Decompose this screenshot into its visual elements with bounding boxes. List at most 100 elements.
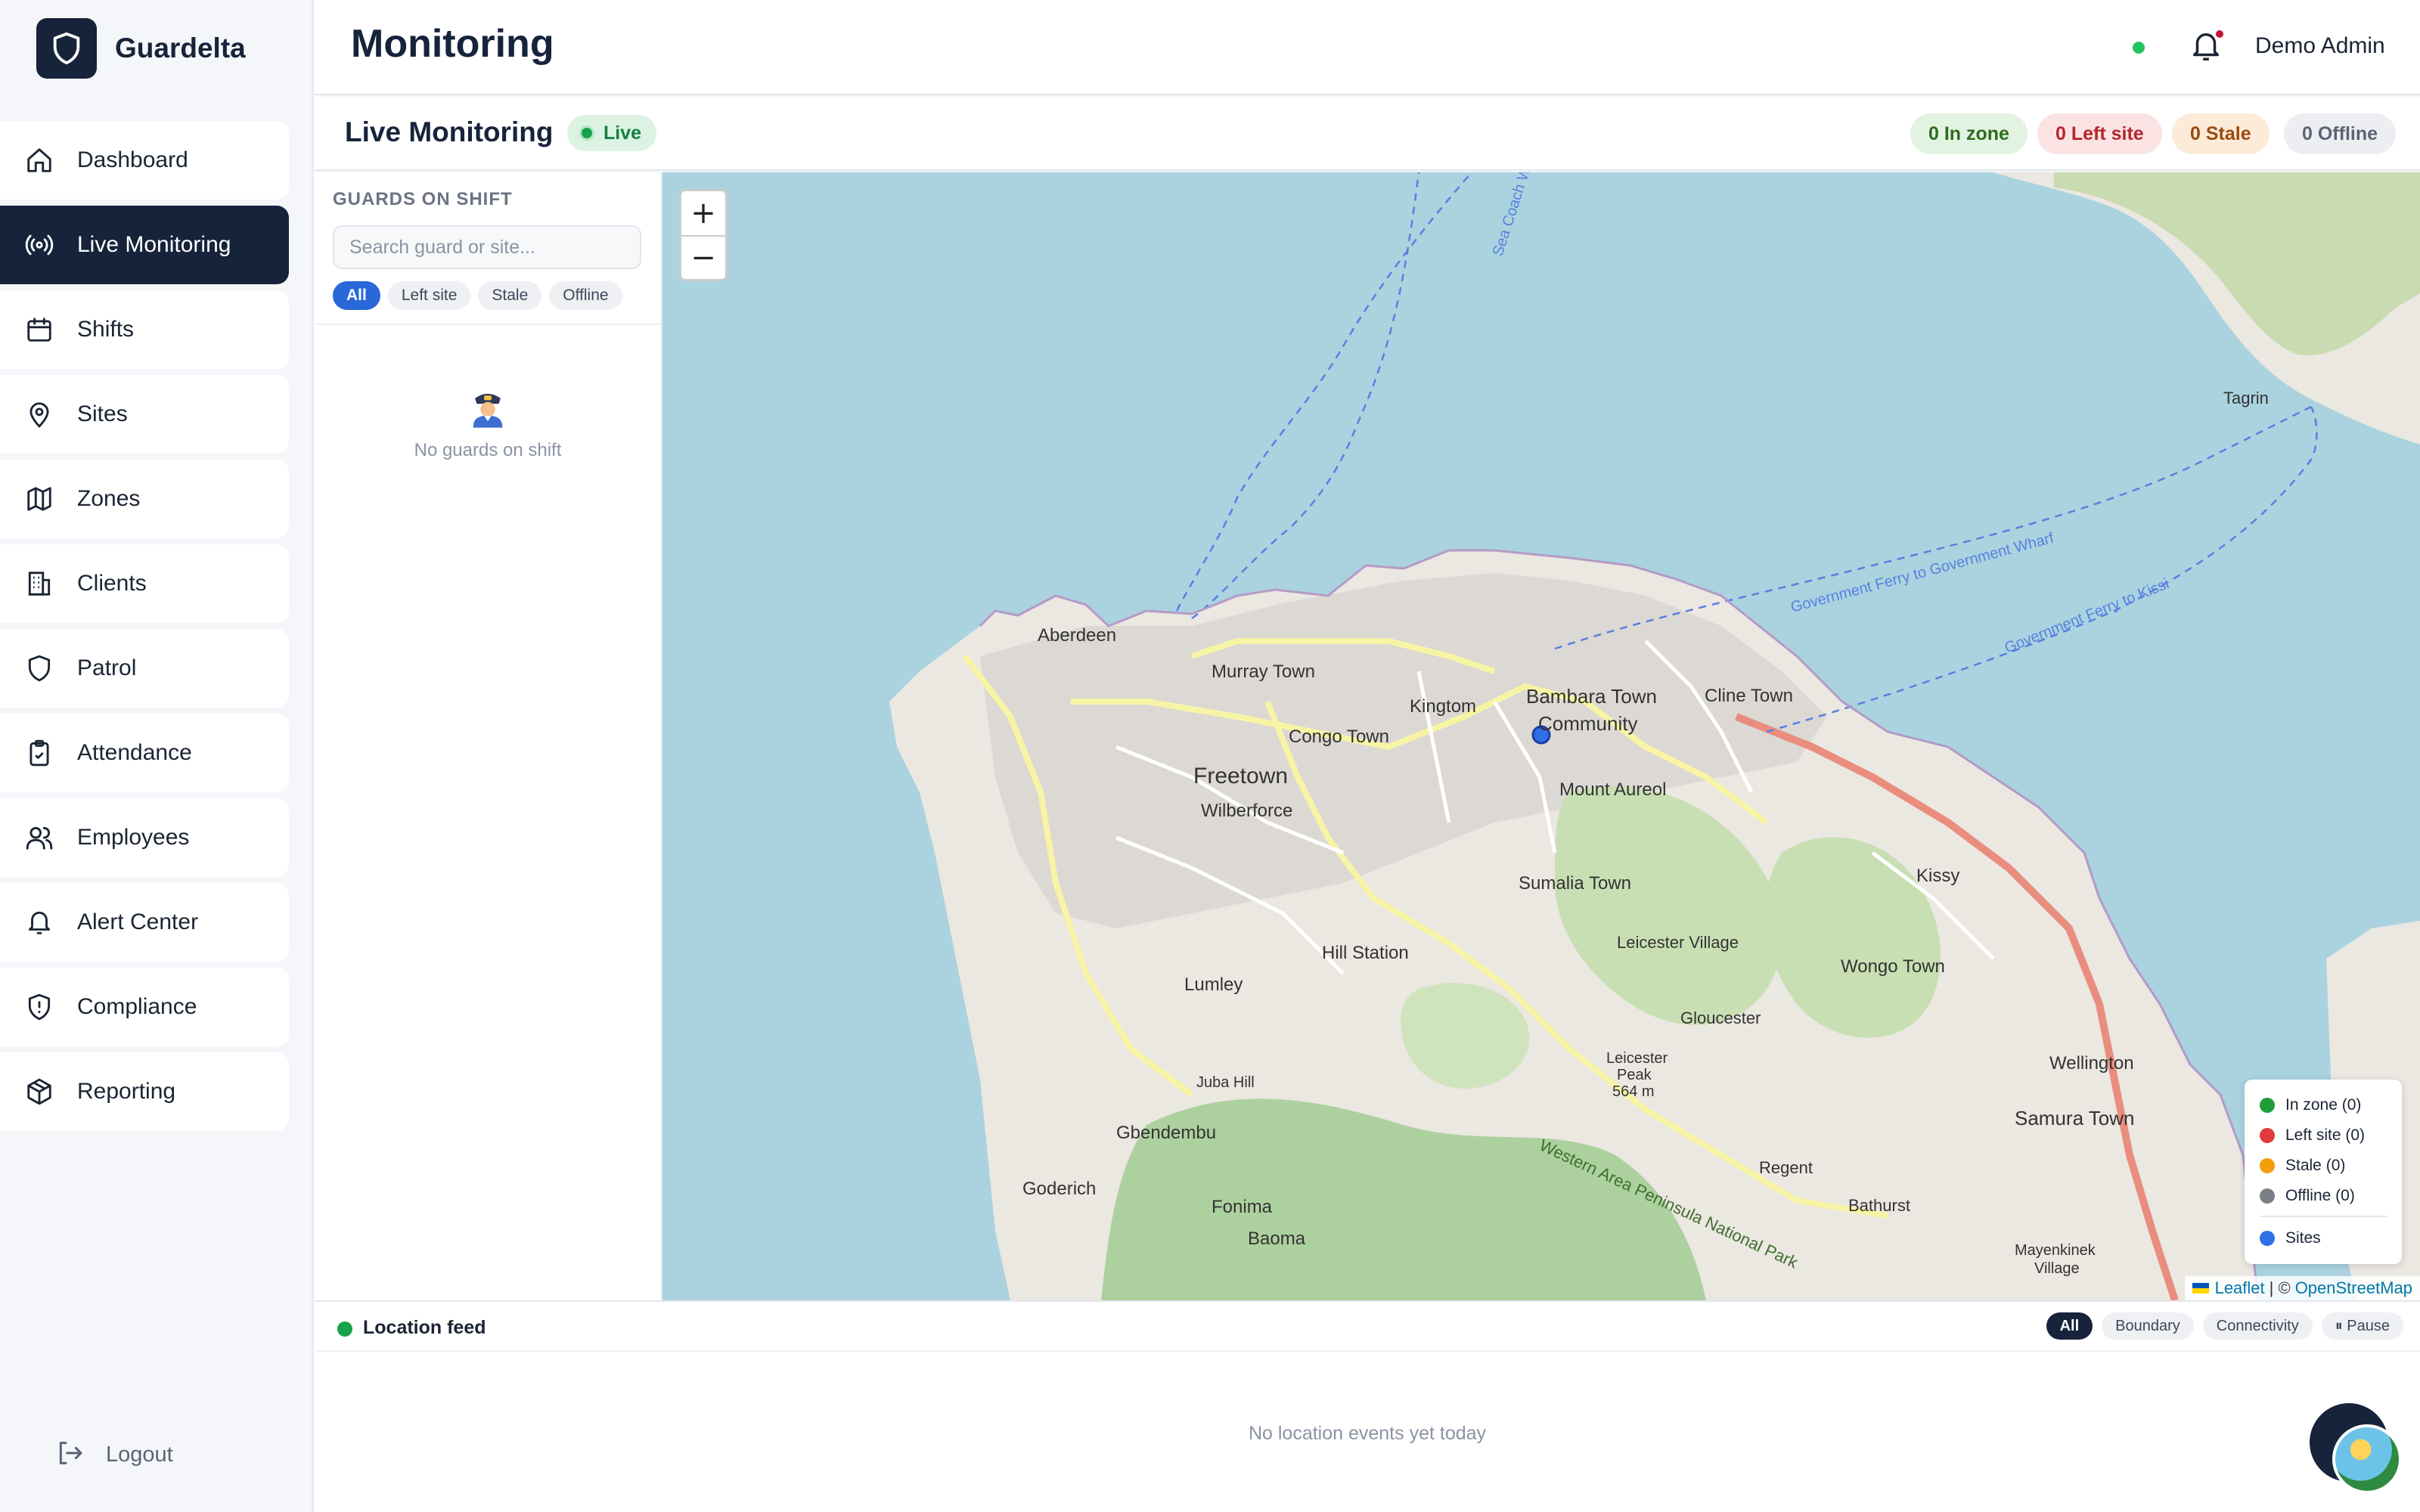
live-map[interactable]: Aberdeen Murray Town Kingtom Bambara Tow… — [662, 172, 2420, 1300]
monitoring-header: Live Monitoring Live 0 In zone 0 Left si… — [315, 97, 2420, 171]
sidebar-item-compliance[interactable]: Compliance — [0, 968, 289, 1046]
map-icon — [24, 484, 54, 514]
legend-label: Offline (0) — [2285, 1187, 2355, 1204]
sidebar-item-label: Employees — [77, 825, 190, 850]
page-title: Monitoring — [351, 22, 554, 66]
feed-filter-boundary[interactable]: Boundary — [2102, 1312, 2194, 1340]
map-label-sea-coach: Sea Coach W — [1490, 172, 1534, 259]
map-label-fonima: Fonima — [1212, 1197, 1273, 1217]
sidebar-item-zones[interactable]: Zones — [0, 460, 289, 538]
sidebar-item-label: Dashboard — [77, 147, 188, 172]
shield-logo-icon — [36, 18, 97, 79]
map-tiles: Aberdeen Murray Town Kingtom Bambara Tow… — [889, 172, 2420, 1300]
sidebar-item-live-monitoring[interactable]: Live Monitoring — [0, 206, 289, 284]
map-pin-icon — [24, 399, 54, 429]
sidebar-item-label: Compliance — [77, 994, 197, 1019]
broadcast-icon — [24, 230, 54, 260]
sidebar-item-label: Clients — [77, 571, 147, 596]
feed-status-dot — [337, 1321, 352, 1337]
users-icon — [24, 823, 54, 853]
filter-all[interactable]: All — [333, 281, 380, 310]
zoom-in-button[interactable]: + — [681, 191, 725, 235]
sidebar: Guardelta Dashboard Live Monitoring Shif… — [0, 0, 313, 1512]
map-label-juba-hill: Juba Hill — [1196, 1074, 1255, 1091]
sidebar-item-label: Alert Center — [77, 909, 199, 934]
sidebar-item-label: Patrol — [77, 655, 137, 680]
map-label-village: Village — [2034, 1260, 2080, 1277]
legend-label: Left site (0) — [2285, 1126, 2366, 1144]
map-label-kissy: Kissy — [1916, 866, 1959, 886]
feed-pause-button[interactable]: ⏸ Pause — [2321, 1312, 2403, 1340]
map-label-bathurst: Bathurst — [1848, 1196, 1910, 1215]
notification-badge — [2214, 29, 2225, 39]
connection-status-dot — [2133, 42, 2145, 54]
legend-dot — [2260, 1098, 2275, 1113]
location-feed: Location feed All Boundary Connectivity … — [315, 1300, 2420, 1512]
map-label-bambara-town: Bambara Town — [1526, 685, 1657, 708]
map-label-gbendembu: Gbendembu — [1116, 1123, 1216, 1143]
sidebar-item-alert-center[interactable]: Alert Center — [0, 883, 289, 962]
live-label: Live — [603, 122, 642, 144]
attribution-separator: | © — [2269, 1278, 2291, 1297]
legend-dot — [2260, 1188, 2275, 1204]
live-badge: Live — [567, 115, 657, 151]
sidebar-item-label: Attendance — [77, 740, 192, 765]
guard-search-input[interactable] — [333, 225, 641, 269]
sidebar-item-patrol[interactable]: Patrol — [0, 629, 289, 708]
zoom-out-button[interactable]: − — [681, 235, 725, 279]
brand[interactable]: Guardelta — [36, 18, 246, 79]
sidebar-item-attendance[interactable]: Attendance — [0, 714, 289, 792]
sidebar-nav: Dashboard Live Monitoring Shifts Sites Z… — [0, 121, 289, 1137]
legend-offline: Offline (0) — [2260, 1181, 2387, 1211]
guards-panel-heading: GUARDS ON SHIFT — [333, 189, 513, 209]
calendar-icon — [24, 314, 54, 345]
sidebar-item-clients[interactable]: Clients — [0, 544, 289, 623]
brand-name: Guardelta — [115, 33, 246, 64]
leaflet-link[interactable]: Leaflet — [2215, 1278, 2265, 1298]
map-label-leicester-village: Leicester Village — [1617, 933, 1739, 952]
legend-dot — [2260, 1128, 2275, 1143]
feed-filter-chips: All Boundary Connectivity ⏸ Pause — [2046, 1312, 2403, 1340]
feed-filter-connectivity[interactable]: Connectivity — [2202, 1312, 2313, 1340]
stale-count-badge: 0 Stale — [2172, 113, 2270, 154]
map-label-cline-town: Cline Town — [1705, 686, 1793, 706]
guard-filter-chips: All Left site Stale Offline — [333, 281, 622, 310]
legend-left-site: Left site (0) — [2260, 1120, 2387, 1151]
filter-left-site[interactable]: Left site — [387, 281, 471, 310]
sidebar-item-dashboard[interactable]: Dashboard — [0, 121, 289, 200]
openstreetmap-link[interactable]: OpenStreetMap — [2295, 1278, 2412, 1298]
user-menu[interactable]: Demo Admin — [2255, 33, 2385, 59]
sidebar-item-employees[interactable]: Employees — [0, 798, 289, 877]
legend-label: Stale (0) — [2285, 1157, 2346, 1174]
shield-alert-icon — [24, 992, 54, 1022]
monitoring-title: Live Monitoring — [345, 116, 554, 147]
legend-divider — [2260, 1216, 2387, 1217]
filter-stale[interactable]: Stale — [478, 281, 542, 310]
map-label-leicester-peak-2: Peak — [1617, 1067, 1652, 1083]
feed-filter-all[interactable]: All — [2046, 1312, 2093, 1340]
top-header: Monitoring Demo Admin — [315, 0, 2420, 95]
map-label-lumley: Lumley — [1184, 974, 1243, 995]
sidebar-item-label: Reporting — [77, 1079, 176, 1104]
legend-sites: Sites — [2260, 1223, 2387, 1253]
filter-offline[interactable]: Offline — [549, 281, 622, 310]
clipboard-check-icon — [24, 738, 54, 768]
sidebar-item-reporting[interactable]: Reporting — [0, 1052, 289, 1131]
sidebar-item-shifts[interactable]: Shifts — [0, 290, 289, 369]
notifications-button[interactable] — [2189, 29, 2225, 65]
sidebar-item-sites[interactable]: Sites — [0, 375, 289, 454]
legend-dot — [2260, 1231, 2275, 1246]
map-label-wongo-town: Wongo Town — [1841, 956, 1945, 977]
map-label-goderich: Goderich — [1022, 1179, 1096, 1199]
sidebar-item-label: Sites — [77, 401, 128, 426]
ukraine-flag-icon — [2192, 1283, 2209, 1294]
bell-icon — [24, 907, 54, 937]
map-legend: In zone (0) Left site (0) Stale (0) Offl… — [2245, 1080, 2402, 1264]
zoom-control: + − — [679, 189, 728, 281]
legend-stale: Stale (0) — [2260, 1151, 2387, 1181]
map-label-congo-town: Congo Town — [1289, 727, 1389, 747]
logout-button[interactable]: Logout — [54, 1438, 173, 1472]
assistant-avatar-icon[interactable] — [2332, 1424, 2402, 1494]
map-label-murray-town: Murray Town — [1212, 662, 1315, 682]
legend-label: Sites — [2285, 1229, 2321, 1247]
